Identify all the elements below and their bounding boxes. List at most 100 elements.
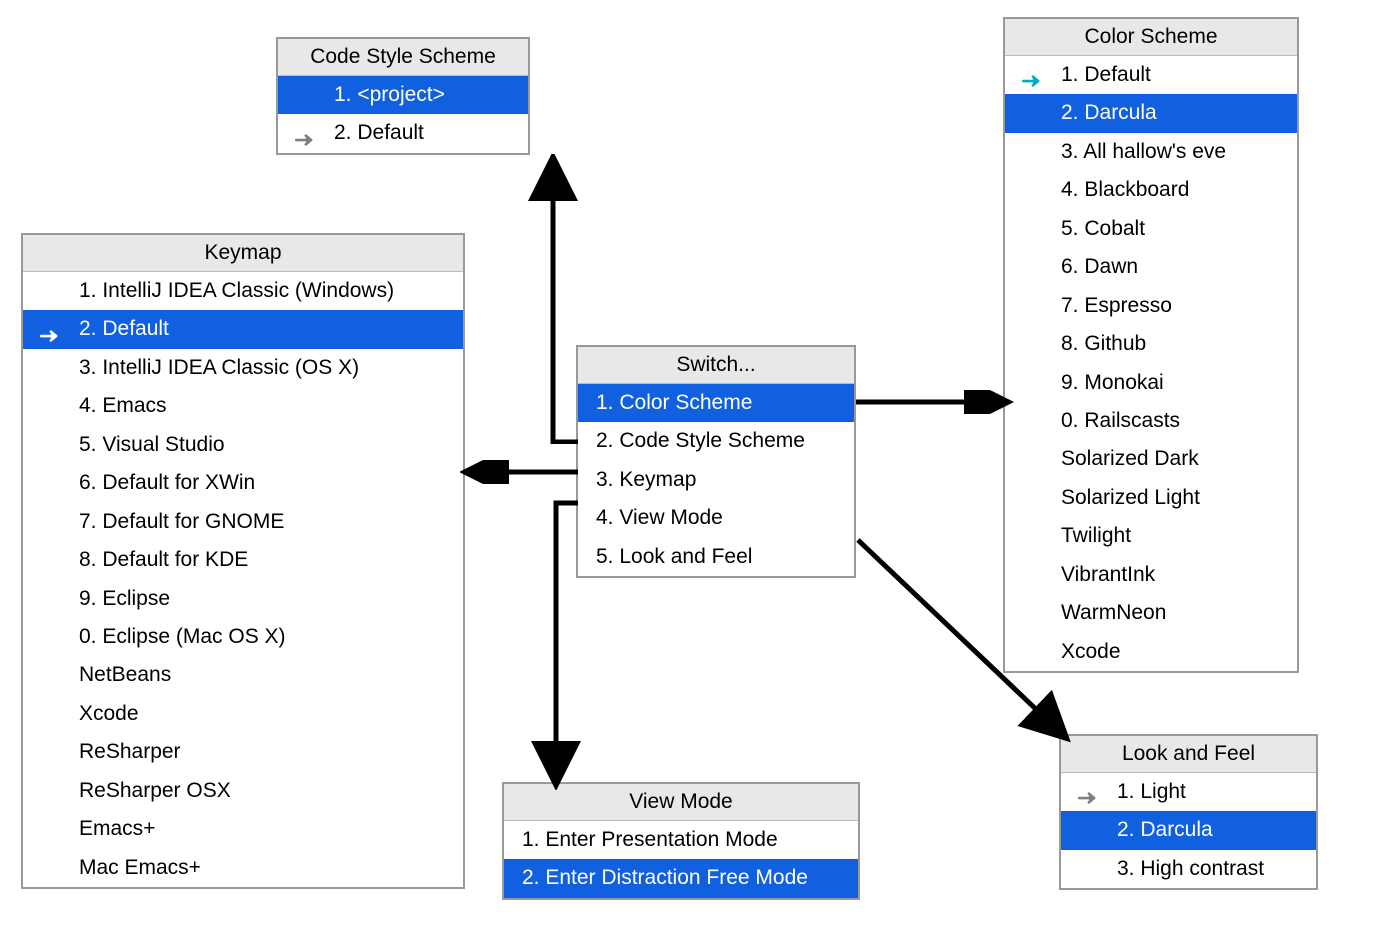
color-scheme-item[interactable]: Solarized Light bbox=[1005, 479, 1297, 517]
switch-item[interactable]: 4. View Mode bbox=[578, 499, 854, 537]
arrow-right-icon bbox=[1077, 784, 1101, 800]
item-label: 5. Look and Feel bbox=[596, 545, 752, 568]
keymap-item[interactable]: NetBeans bbox=[23, 656, 463, 694]
item-label: 1. Enter Presentation Mode bbox=[522, 828, 778, 851]
panel-items: 1. Default 2. Darcula 3. All hallow's eve 4… bbox=[1005, 56, 1297, 671]
keymap-item[interactable]: 2. Default bbox=[23, 310, 463, 348]
switch-item[interactable]: 2. Code Style Scheme bbox=[578, 422, 854, 460]
item-label: 8. Github bbox=[1061, 332, 1146, 355]
color-scheme-item[interactable]: Solarized Dark bbox=[1005, 440, 1297, 478]
item-label: 6. Default for XWin bbox=[79, 471, 255, 494]
color-scheme-item[interactable]: 4. Blackboard bbox=[1005, 171, 1297, 209]
color-scheme-item[interactable]: 8. Github bbox=[1005, 325, 1297, 363]
arrow-right-icon bbox=[294, 126, 318, 142]
item-label: 0. Eclipse (Mac OS X) bbox=[79, 625, 286, 648]
color-scheme-item[interactable]: Xcode bbox=[1005, 633, 1297, 671]
color-scheme-item[interactable]: VibrantInk bbox=[1005, 556, 1297, 594]
color-scheme-item[interactable]: 6. Dawn bbox=[1005, 248, 1297, 286]
switch-item[interactable]: 5. Look and Feel bbox=[578, 538, 854, 576]
keymap-item[interactable]: 5. Visual Studio bbox=[23, 426, 463, 464]
color-scheme-item[interactable]: 0. Railscasts bbox=[1005, 402, 1297, 440]
item-label: 8. Default for KDE bbox=[79, 548, 248, 571]
look-and-feel-panel: Look and Feel 1. Light 2. Darcula 3. High … bbox=[1059, 734, 1318, 890]
item-label: 3. High contrast bbox=[1117, 857, 1264, 880]
panel-title: Keymap bbox=[23, 235, 463, 272]
item-label: 1. IntelliJ IDEA Classic (Windows) bbox=[79, 279, 394, 302]
item-label: 2. Darcula bbox=[1061, 101, 1157, 124]
item-label: 2. Code Style Scheme bbox=[596, 429, 805, 452]
keymap-item[interactable]: 4. Emacs bbox=[23, 387, 463, 425]
keymap-item[interactable]: 6. Default for XWin bbox=[23, 464, 463, 502]
item-label: 4. Blackboard bbox=[1061, 178, 1189, 201]
panel-items: 1. Light 2. Darcula 3. High contrast bbox=[1061, 773, 1316, 888]
keymap-item[interactable]: ReSharper bbox=[23, 733, 463, 771]
item-label: VibrantInk bbox=[1061, 563, 1155, 586]
color-scheme-item[interactable]: 9. Monokai bbox=[1005, 364, 1297, 402]
item-label: 9. Eclipse bbox=[79, 587, 170, 610]
look-and-feel-item[interactable]: 3. High contrast bbox=[1061, 850, 1316, 888]
keymap-item[interactable]: 0. Eclipse (Mac OS X) bbox=[23, 618, 463, 656]
arrow-right-icon bbox=[1021, 67, 1045, 83]
keymap-item[interactable]: Xcode bbox=[23, 695, 463, 733]
item-label: Xcode bbox=[79, 702, 139, 725]
keymap-item[interactable]: 3. IntelliJ IDEA Classic (OS X) bbox=[23, 349, 463, 387]
item-label: 7. Default for GNOME bbox=[79, 510, 284, 533]
panel-title: Code Style Scheme bbox=[278, 39, 528, 76]
item-label: 7. Espresso bbox=[1061, 294, 1172, 317]
item-label: ReSharper bbox=[79, 740, 181, 763]
item-label: 6. Dawn bbox=[1061, 255, 1138, 278]
arrow-right-icon bbox=[39, 322, 63, 338]
item-label: WarmNeon bbox=[1061, 601, 1166, 624]
panel-title: Switch... bbox=[578, 347, 854, 384]
item-label: 5. Visual Studio bbox=[79, 433, 225, 456]
code-style-panel: Code Style Scheme 1. <project>2. Default bbox=[276, 37, 530, 155]
item-label: 3. Keymap bbox=[596, 468, 696, 491]
color-scheme-item[interactable]: 1. Default bbox=[1005, 56, 1297, 94]
item-label: 5. Cobalt bbox=[1061, 217, 1145, 240]
switch-item[interactable]: 1. Color Scheme bbox=[578, 384, 854, 422]
color-scheme-item[interactable]: WarmNeon bbox=[1005, 594, 1297, 632]
item-label: Xcode bbox=[1061, 640, 1121, 663]
keymap-item[interactable]: Mac Emacs+ bbox=[23, 849, 463, 887]
keymap-item[interactable]: Emacs+ bbox=[23, 810, 463, 848]
item-label: 2. Enter Distraction Free Mode bbox=[522, 866, 808, 889]
color-scheme-item[interactable]: 7. Espresso bbox=[1005, 287, 1297, 325]
keymap-item[interactable]: 8. Default for KDE bbox=[23, 541, 463, 579]
item-label: Emacs+ bbox=[79, 817, 155, 840]
view-mode-panel: View Mode 1. Enter Presentation Mode2. E… bbox=[502, 782, 860, 900]
item-label: 2. Default bbox=[79, 317, 169, 340]
item-label: Twilight bbox=[1061, 524, 1131, 547]
switch-item[interactable]: 3. Keymap bbox=[578, 461, 854, 499]
connector-arrow-icon bbox=[460, 460, 580, 484]
connector-arrow-icon bbox=[523, 154, 583, 444]
code-style-item[interactable]: 2. Default bbox=[278, 114, 528, 152]
panel-items: 1. Enter Presentation Mode 2. Enter Distr… bbox=[504, 821, 858, 898]
panel-items: 1. Color Scheme 2. Code Style Scheme 3. Ke… bbox=[578, 384, 854, 576]
item-label: Mac Emacs+ bbox=[79, 856, 201, 879]
keymap-item[interactable]: 9. Eclipse bbox=[23, 580, 463, 618]
item-label: 0. Railscasts bbox=[1061, 409, 1180, 432]
look-and-feel-item[interactable]: 2. Darcula bbox=[1061, 811, 1316, 849]
item-label: ReSharper OSX bbox=[79, 779, 231, 802]
panel-items: 1. <project>2. Default bbox=[278, 76, 528, 153]
item-label: 9. Monokai bbox=[1061, 371, 1164, 394]
color-scheme-item[interactable]: Twilight bbox=[1005, 517, 1297, 555]
color-scheme-item[interactable]: 3. All hallow's eve bbox=[1005, 133, 1297, 171]
item-label: 4. View Mode bbox=[596, 506, 723, 529]
view-mode-item[interactable]: 2. Enter Distraction Free Mode bbox=[504, 859, 858, 897]
keymap-item[interactable]: 7. Default for GNOME bbox=[23, 503, 463, 541]
keymap-item[interactable]: 1. IntelliJ IDEA Classic (Windows) bbox=[23, 272, 463, 310]
panel-title: Look and Feel bbox=[1061, 736, 1316, 773]
item-label: NetBeans bbox=[79, 663, 171, 686]
item-label: 3. IntelliJ IDEA Classic (OS X) bbox=[79, 356, 359, 379]
switch-panel: Switch... 1. Color Scheme 2. Code Style S… bbox=[576, 345, 856, 578]
look-and-feel-item[interactable]: 1. Light bbox=[1061, 773, 1316, 811]
color-scheme-item[interactable]: 5. Cobalt bbox=[1005, 210, 1297, 248]
panel-items: 1. IntelliJ IDEA Classic (Windows) 2. Def… bbox=[23, 272, 463, 887]
item-label: 1. Color Scheme bbox=[596, 391, 752, 414]
keymap-item[interactable]: ReSharper OSX bbox=[23, 772, 463, 810]
color-scheme-item[interactable]: 2. Darcula bbox=[1005, 94, 1297, 132]
item-label: 1. Light bbox=[1117, 780, 1186, 803]
code-style-item[interactable]: 1. <project> bbox=[278, 76, 528, 114]
view-mode-item[interactable]: 1. Enter Presentation Mode bbox=[504, 821, 858, 859]
